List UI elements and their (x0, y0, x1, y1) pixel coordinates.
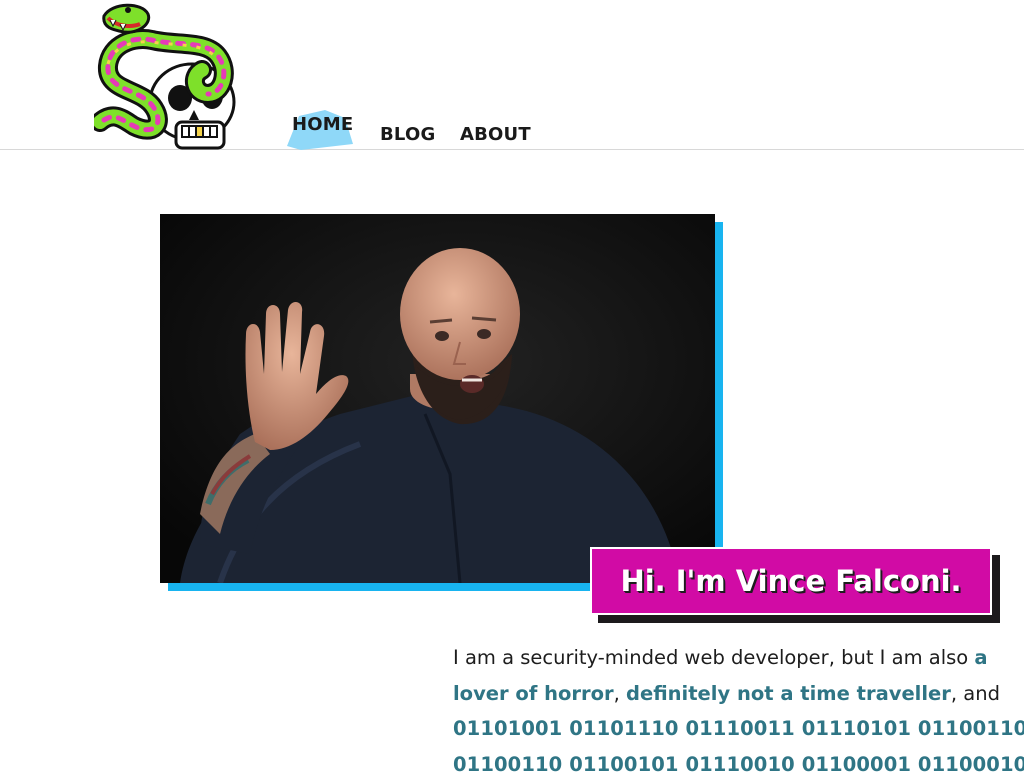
site-header: HOME BLOG ABOUT (0, 0, 1024, 150)
portrait-photo (160, 214, 715, 583)
hero-headline-box: Hi. I'm Vince Falconi. (590, 547, 992, 615)
intro-text: I am a security-minded web developer, bu… (453, 646, 968, 669)
intro-line-2: lover of horror, definitely not a time t… (453, 676, 983, 712)
lover-of-horror-link[interactable]: lover of horror (453, 682, 614, 705)
comma-text: , (614, 682, 620, 705)
snake-skull-logo-icon[interactable] (94, 0, 238, 150)
hero-headline: Hi. I'm Vince Falconi. (620, 564, 961, 598)
nav-blog-link[interactable]: BLOG (380, 124, 435, 145)
binary-line-2[interactable]: 01100110 01100101 01110010 01100001 0110… (453, 747, 983, 782)
binary-line-1[interactable]: 01101001 01101110 01110011 01110101 0110… (453, 711, 983, 747)
intro-paragraph: I am a security-minded web developer, bu… (453, 640, 983, 782)
nav-about-link[interactable]: ABOUT (460, 124, 531, 145)
intro-line-1: I am a security-minded web developer, bu… (453, 640, 983, 676)
and-text: , and (951, 682, 1000, 705)
portrait-photo-icon (160, 214, 715, 583)
lover-of-horror-link-start[interactable]: a (974, 646, 987, 669)
time-traveller-link[interactable]: definitely not a time traveller (626, 682, 951, 705)
nav-home-link[interactable]: HOME (292, 114, 353, 135)
